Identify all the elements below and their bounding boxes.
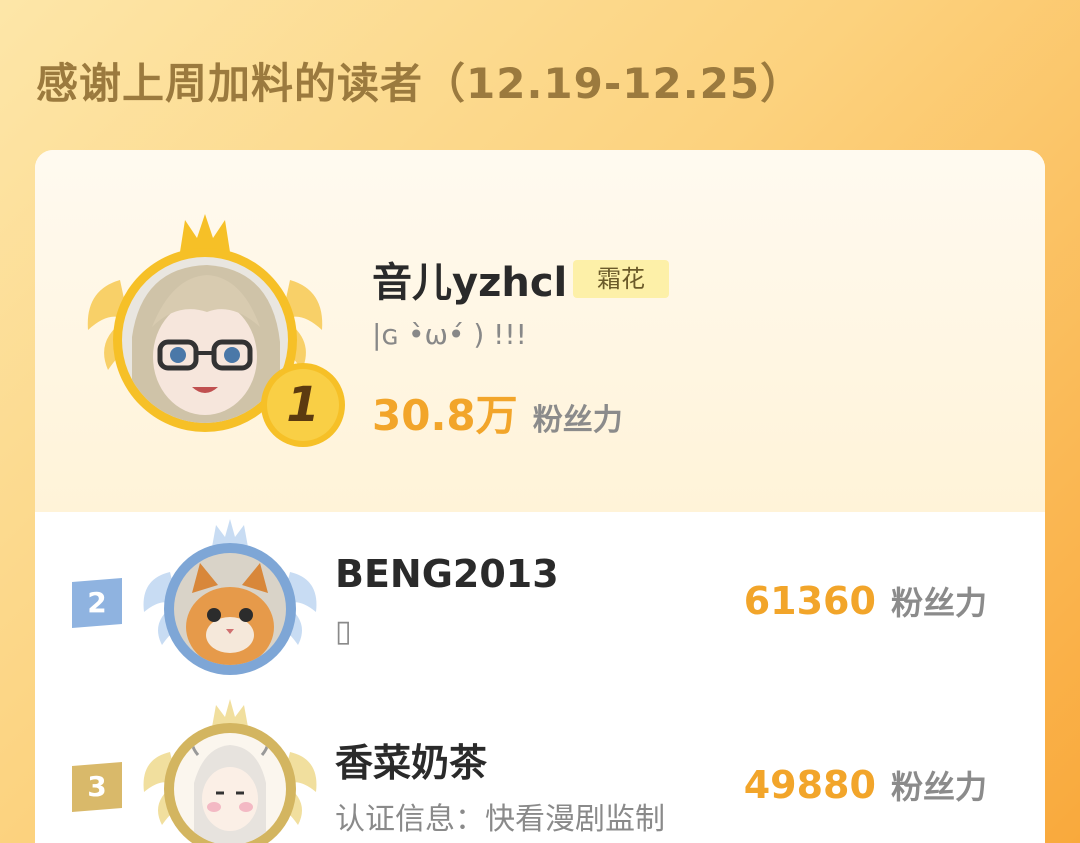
reader-row-2[interactable]: 2 BENG2013 ▯ 61360 粉丝力	[35, 512, 1045, 692]
reader-score: 49880 粉丝力	[744, 762, 987, 808]
score-value: 61360	[743, 579, 876, 623]
reader-subtitle: ▯	[335, 614, 352, 649]
score-unit: 粉丝力	[890, 768, 987, 806]
top-reader-score: 30.8万 粉丝力	[372, 382, 623, 443]
rank3-number: 3	[87, 770, 107, 803]
page-title: 感谢上周加料的读者（12.19-12.25）	[36, 59, 804, 108]
top-reader-section[interactable]: 1 音儿yzhcl 霜花 |ɢ •̀ω•́ ) !!! 30.8万 粉丝力	[35, 150, 1045, 512]
leaderboard-card: 1 音儿yzhcl 霜花 |ɢ •̀ω•́ ) !!! 30.8万 粉丝力 2	[35, 150, 1045, 843]
score-value: 30.8万	[372, 391, 518, 440]
reader-name: 香菜奶茶	[335, 741, 488, 785]
user-tag-badge: 霜花	[573, 260, 669, 298]
score-unit: 粉丝力	[890, 584, 987, 622]
score-value: 49880	[743, 763, 876, 807]
avatar-rank2[interactable]	[174, 553, 286, 665]
rank2-number: 2	[87, 586, 107, 619]
reader-name: BENG2013	[335, 552, 559, 596]
score-unit: 粉丝力	[532, 403, 623, 438]
reader-subtitle: 认证信息：快看漫剧监制	[335, 802, 665, 837]
avatar-rank3[interactable]	[174, 733, 286, 843]
reader-score: 61360 粉丝力	[744, 578, 987, 624]
top-reader-motto: |ɢ •̀ω•́ ) !!!	[372, 318, 527, 351]
rank1-avatar-frame: 1	[80, 210, 345, 450]
reader-row-3[interactable]: 3 香菜奶茶 认证信息：快看漫剧监制 49880 粉丝力	[35, 692, 1045, 843]
top-reader-name: 音儿yzhcl	[372, 260, 568, 306]
rank1-number: 1	[286, 377, 320, 433]
